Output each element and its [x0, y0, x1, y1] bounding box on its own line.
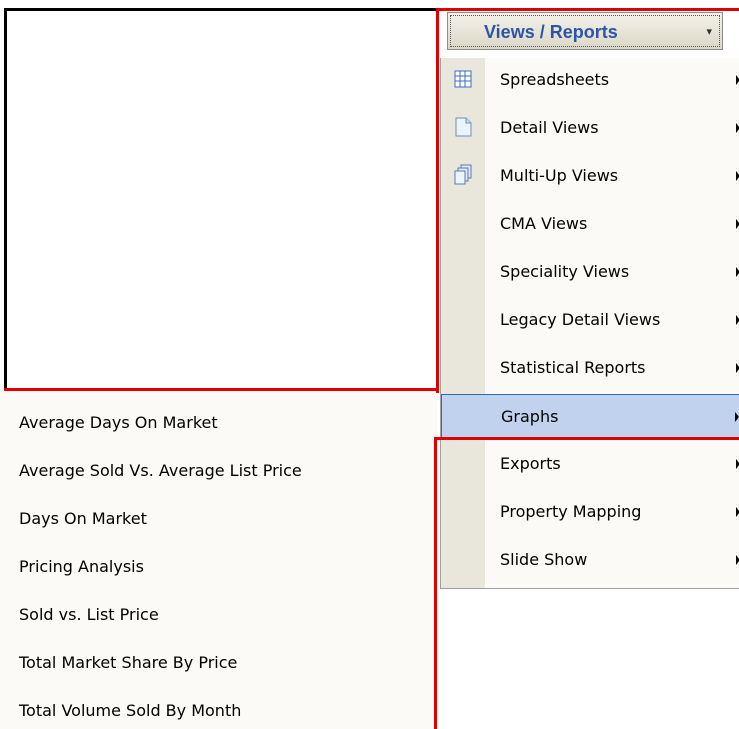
- submenu-arrow-icon: [735, 412, 739, 422]
- menu-item-label: CMA Views: [500, 214, 588, 233]
- menu-item-property-mapping[interactable]: Property Mapping: [441, 490, 739, 534]
- views-reports-menu: Spreadsheets Detail Views Multi-Up Views…: [440, 58, 739, 589]
- document-icon: [455, 117, 472, 137]
- annotation-line: [4, 388, 439, 391]
- submenu-item-average-sold-vs-list[interactable]: Average Sold Vs. Average List Price: [19, 461, 302, 480]
- menu-item-label: Speciality Views: [500, 262, 630, 281]
- menu-item-slide-show[interactable]: Slide Show: [441, 538, 739, 582]
- submenu-item-total-volume-sold[interactable]: Total Volume Sold By Month: [19, 701, 241, 720]
- menu-item-spreadsheets[interactable]: Spreadsheets: [441, 58, 739, 102]
- views-reports-label: Views / Reports: [484, 22, 618, 42]
- menu-item-label: Spreadsheets: [500, 70, 610, 89]
- menu-item-detail-views[interactable]: Detail Views: [441, 106, 739, 150]
- menu-item-legacy-detail-views[interactable]: Legacy Detail Views: [441, 298, 739, 342]
- menu-item-label: Multi-Up Views: [500, 166, 619, 185]
- menu-item-label: Property Mapping: [500, 502, 642, 521]
- menu-item-speciality-views[interactable]: Speciality Views: [441, 250, 739, 294]
- graphs-submenu: Average Days On Market Average Sold Vs. …: [0, 390, 437, 729]
- chevron-down-icon: ▾: [706, 25, 712, 38]
- submenu-item-pricing-analysis[interactable]: Pricing Analysis: [19, 557, 144, 576]
- spreadsheet-icon: [454, 70, 472, 88]
- menu-item-label: Statistical Reports: [500, 358, 646, 377]
- menu-item-label: Legacy Detail Views: [500, 310, 661, 329]
- menu-item-label: Graphs: [501, 407, 559, 426]
- annotation-line: [436, 8, 739, 11]
- submenu-item-average-days-on-market[interactable]: Average Days On Market: [19, 413, 218, 432]
- multi-document-icon: [454, 164, 472, 185]
- submenu-item-sold-vs-list-price[interactable]: Sold vs. List Price: [19, 605, 159, 624]
- annotation-line: [435, 437, 739, 440]
- annotation-line: [434, 437, 437, 729]
- submenu-item-days-on-market[interactable]: Days On Market: [19, 509, 147, 528]
- menu-item-label: Slide Show: [500, 550, 588, 569]
- annotation-line: [436, 8, 439, 393]
- submenu-item-total-market-share[interactable]: Total Market Share By Price: [19, 653, 237, 672]
- menu-item-label: Exports: [500, 454, 561, 473]
- empty-panel: [4, 8, 441, 392]
- menu-item-exports[interactable]: Exports: [441, 442, 739, 486]
- menu-item-multi-up-views[interactable]: Multi-Up Views: [441, 154, 739, 198]
- menu-item-statistical-reports[interactable]: Statistical Reports: [441, 346, 739, 390]
- views-reports-button[interactable]: Views / Reports ▾: [447, 12, 723, 50]
- menu-item-label: Detail Views: [500, 118, 599, 137]
- menu-item-graphs[interactable]: Graphs: [441, 394, 739, 438]
- menu-item-cma-views[interactable]: CMA Views: [441, 202, 739, 246]
